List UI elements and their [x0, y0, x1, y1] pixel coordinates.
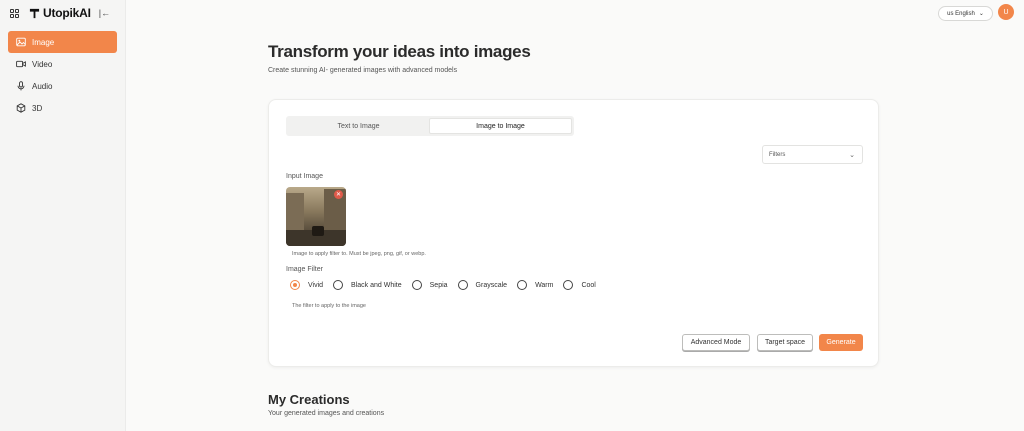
thumbnail-building — [286, 193, 304, 233]
input-image-thumbnail[interactable]: ✕ — [286, 187, 346, 246]
sidebar-item-label: Audio — [32, 81, 53, 91]
generate-button[interactable]: Generate — [819, 334, 863, 351]
apps-grid-icon[interactable] — [10, 8, 19, 18]
app-name: UtopikAI — [43, 6, 91, 20]
chevron-down-icon: ⌄ — [849, 152, 855, 159]
language-label: us English — [947, 10, 975, 17]
microphone-icon — [17, 81, 25, 91]
radio-label: Black and White — [351, 281, 402, 289]
utopikai-logo-icon — [29, 8, 40, 18]
filter-help: The filter to apply to the image — [292, 303, 366, 309]
chevron-down-icon: ⌄ — [978, 11, 984, 17]
sidebar-item-label: 3D — [32, 103, 43, 113]
radio-vivid[interactable] — [290, 280, 300, 290]
target-space-button[interactable]: Target space — [757, 334, 813, 351]
sidebar-item-label: Image — [32, 37, 55, 47]
radio-label: Grayscale — [475, 281, 508, 289]
collapse-sidebar-icon[interactable]: |← — [99, 8, 110, 18]
radio-label: Vivid — [308, 281, 324, 289]
filters-dropdown[interactable]: Filters ⌄ — [762, 145, 863, 164]
radio-label: Sepia — [429, 281, 448, 289]
input-image-label: Input Image — [286, 173, 323, 180]
filters-placeholder: Filters — [769, 151, 786, 158]
page-subtitle: Create stunning AI- generated images wit… — [268, 67, 458, 74]
radio-label: Cool — [581, 281, 596, 289]
sidebar-item-image[interactable]: Image — [8, 31, 117, 53]
sidebar-item-3d[interactable]: 3D — [8, 97, 117, 119]
cube-icon — [16, 103, 26, 113]
brand: UtopikAI |← — [10, 6, 110, 20]
thumbnail-carriage — [312, 226, 324, 236]
sidebar-item-audio[interactable]: Audio — [8, 75, 117, 97]
tab-image-to-image[interactable]: Image to Image — [429, 118, 572, 134]
mode-tabs: Text to Image Image to Image — [286, 116, 574, 136]
sidebar-nav: Image Video Audio 3D — [8, 31, 117, 119]
remove-image-icon[interactable]: ✕ — [334, 190, 343, 199]
radio-sepia[interactable] — [411, 280, 422, 290]
my-creations-title: My Creations — [268, 392, 350, 407]
sidebar-item-label: Video — [32, 59, 53, 69]
input-image-help: Image to apply filter to. Must be jpeg, … — [292, 251, 426, 257]
sidebar-item-video[interactable]: Video — [8, 53, 117, 75]
generator-card: Text to Image Image to Image Filters ⌄ I… — [268, 99, 879, 367]
radio-black-and-white[interactable] — [333, 280, 344, 290]
image-filter-label: Image Filter — [286, 266, 323, 273]
image-icon — [16, 37, 26, 47]
advanced-mode-button[interactable]: Advanced Mode — [682, 334, 750, 351]
my-creations-subtitle: Your generated images and creations — [268, 410, 385, 417]
radio-label: Warm — [535, 281, 554, 289]
filter-radio-group: Vivid Black and White Sepia Grayscale Wa… — [290, 280, 606, 290]
tab-text-to-image[interactable]: Text to Image — [288, 118, 429, 134]
language-select[interactable]: us English ⌄ — [938, 6, 993, 21]
radio-warm[interactable] — [517, 280, 528, 290]
video-icon — [16, 60, 26, 68]
sidebar: UtopikAI |← Image Video Audio 3D — [0, 0, 126, 431]
page-title: Transform your ideas into images — [268, 42, 531, 61]
radio-grayscale[interactable] — [457, 280, 468, 290]
avatar[interactable]: U — [998, 4, 1014, 20]
radio-cool[interactable] — [563, 280, 574, 290]
